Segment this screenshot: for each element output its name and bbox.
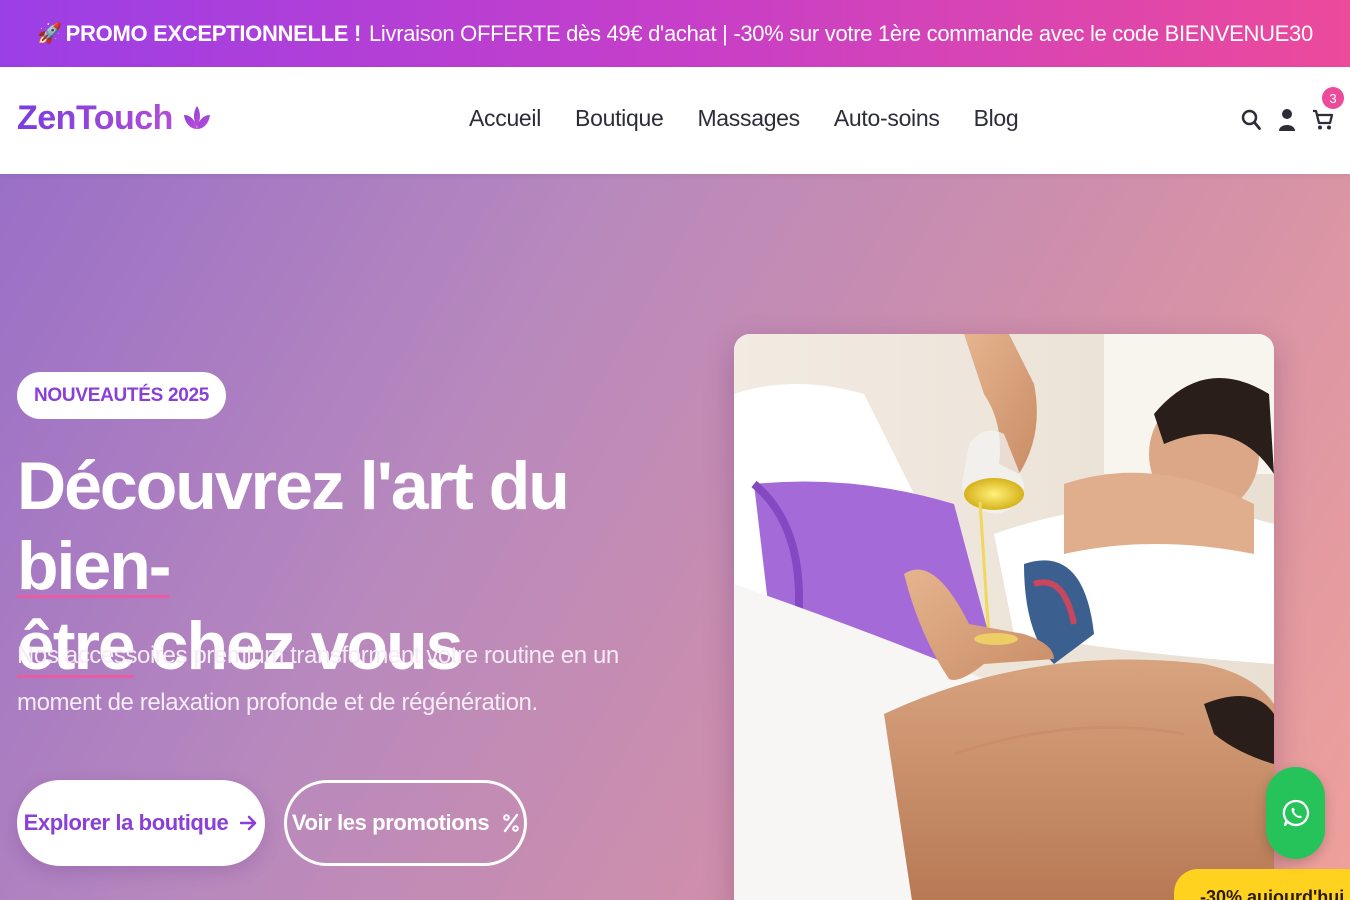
percent-icon — [503, 813, 519, 833]
massage-photo — [734, 334, 1274, 900]
logo-text: ZenTouch — [17, 99, 173, 137]
hero-subtitle: Nos accessoires premium transforment vot… — [17, 642, 619, 716]
promo-text: Livraison OFFERTE dès 49€ d'achat | -30%… — [368, 20, 1313, 46]
see-promotions-button[interactable]: Voir les promotions — [284, 780, 527, 866]
hero-title-part1: Découvrez l'art du — [17, 448, 570, 524]
nav-accueil[interactable]: Accueil — [469, 105, 541, 132]
search-icon[interactable] — [1240, 107, 1262, 133]
see-promotions-label: Voir les promotions — [291, 810, 490, 835]
discount-tag[interactable]: -30% aujourd'hui — [1174, 869, 1350, 900]
logo[interactable]: ZenTouch — [17, 99, 213, 138]
cart-icon[interactable]: 3 — [1312, 87, 1344, 133]
whatsapp-button[interactable] — [1266, 767, 1325, 859]
rocket-icon: 🚀 — [37, 23, 62, 45]
new-badge: NOUVEAUTÉS 2025 — [17, 372, 227, 419]
hero-title-highlight-1: bien- — [17, 528, 171, 604]
nav-boutique[interactable]: Boutique — [575, 105, 664, 132]
site-header: ZenTouch Accueil Boutique Massages Auto-… — [0, 67, 1350, 174]
main-nav: Accueil Boutique Massages Auto-soins Blo… — [469, 105, 1019, 132]
header-icons: 3 — [1240, 87, 1344, 133]
cart-count-badge: 3 — [1322, 87, 1344, 109]
arrow-right-icon — [240, 815, 257, 831]
user-icon[interactable] — [1276, 107, 1298, 133]
explore-shop-button[interactable]: Explorer la boutique — [17, 780, 265, 866]
hero-section: NOUVEAUTÉS 2025 Découvrez l'art du bien-… — [0, 174, 1350, 900]
promo-bar: 🚀 PROMO EXCEPTIONNELLE ! Livraison OFFER… — [0, 0, 1350, 67]
nav-massages[interactable]: Massages — [697, 105, 800, 132]
lotus-icon — [183, 105, 210, 129]
explore-shop-label: Explorer la boutique — [23, 810, 229, 835]
nav-blog[interactable]: Blog — [974, 105, 1019, 132]
nav-auto-soins[interactable]: Auto-soins — [834, 105, 940, 132]
whatsapp-icon — [1282, 799, 1309, 827]
promo-highlight: PROMO EXCEPTIONNELLE ! — [65, 20, 362, 46]
